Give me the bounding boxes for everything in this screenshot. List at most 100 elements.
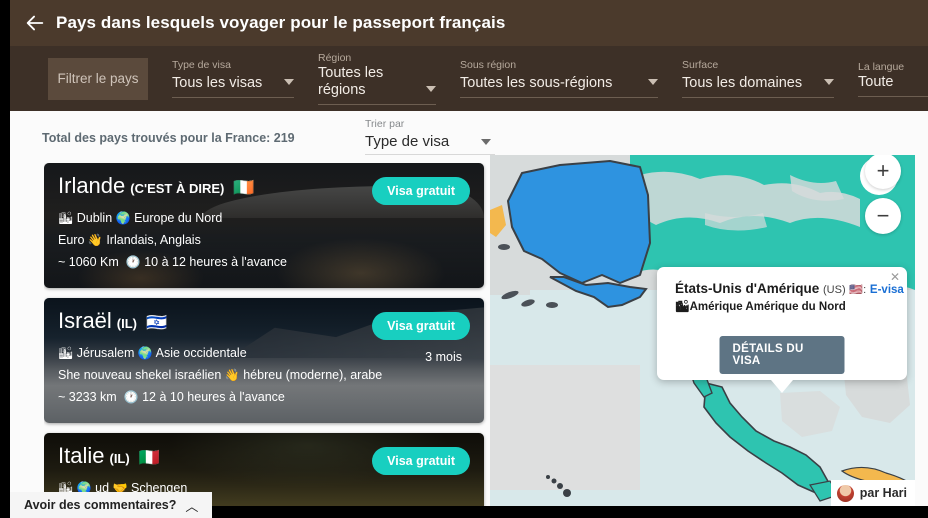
map-country-popup[interactable]: ✕ États-Unis d'Amérique (US) 🇺🇸: E-visa …: [657, 267, 907, 393]
filter-visa-type[interactable]: Type de visa Tous les visas: [172, 59, 294, 98]
app-root: Pays dans lesquels voyager pour le passe…: [0, 0, 928, 518]
filter-region-label: Région: [318, 52, 352, 64]
chevron-down-icon: [412, 79, 436, 99]
clock-icon: 🕐: [125, 255, 141, 269]
currency-name: Euro: [58, 233, 85, 247]
chevron-up-icon[interactable]: ︿: [185, 496, 198, 515]
country-capital-region: 🏙 Jérusalem 🌍 Asie occidentale: [58, 343, 470, 363]
visa-badge[interactable]: Visa gratuit: [372, 312, 470, 340]
flag-icon: 🇮🇹: [138, 448, 160, 467]
filter-region[interactable]: Région Toutes les régions: [318, 52, 436, 105]
avatar: [836, 484, 854, 502]
country-name: Irlande: [58, 173, 126, 198]
filter-region-value: Toutes les régions: [318, 65, 384, 98]
country-card-list[interactable]: Irlande (C'EST À DIRE) 🇮🇪 🏙 Dublin 🌍 Eur…: [44, 163, 492, 506]
country-currency-languages: Euro 👋 Irlandais, Anglais: [58, 230, 470, 250]
country-card[interactable]: Israël (IL) 🇮🇱 🏙 Jérusalem 🌍 Asie occide…: [44, 298, 484, 423]
chevron-down-icon: [634, 72, 658, 92]
filter-underline: [172, 97, 294, 98]
country-capital-region: 🏙 Dublin 🌍 Europe du Nord: [58, 208, 470, 228]
filter-subregion-label: Sous région: [460, 59, 517, 71]
map-zoom-controls[interactable]: + −: [865, 155, 901, 243]
languages: Irlandais, Anglais: [106, 233, 201, 247]
visa-badge[interactable]: Visa gratuit: [372, 177, 470, 205]
country-code: (IL): [116, 316, 138, 331]
country-name: Italie: [58, 443, 105, 468]
visa-badge[interactable]: Visa gratuit: [372, 447, 470, 475]
city-icon: 🏙: [58, 211, 74, 225]
world-map[interactable]: + − ✕ États-Unis d'Amérique (US) 🇺🇸: E-v…: [490, 155, 915, 506]
flight-time: 10 à 12 heures à l'avance: [144, 255, 287, 269]
filter-underline: [318, 104, 436, 105]
zoom-in-button[interactable]: +: [865, 155, 901, 189]
region-name: Europe du Nord: [134, 211, 223, 225]
capital-name: Dublin: [76, 211, 113, 225]
feedback-label: Avoir des commentaires?: [24, 498, 177, 512]
sort-by-value: Type de visa: [365, 132, 450, 150]
visa-duration: 3 mois: [425, 350, 462, 364]
hand-icon: 👋: [87, 233, 103, 247]
country-distance-time: ~ 3233 km 🕐 12 à 10 heures à l'avance: [58, 387, 470, 407]
map-attribution[interactable]: par Hari: [830, 480, 915, 506]
country-code: (C'EST À DIRE): [130, 181, 225, 196]
chevron-down-icon: [481, 132, 495, 150]
flag-icon: 🇮🇪: [233, 178, 255, 197]
popup-region: Amérique Amérique du Nord: [689, 301, 846, 313]
app-header: Pays dans lesquels voyager pour le passe…: [10, 0, 928, 46]
flag-icon: 🇮🇱: [146, 313, 168, 332]
popup-country-code: (US): [823, 284, 846, 296]
sort-by-select[interactable]: Trier par Type de visa: [365, 118, 495, 155]
filter-surface-value: Tous les domaines: [682, 75, 803, 91]
chevron-down-icon: [810, 72, 834, 92]
region-name: Asie occidentale: [155, 346, 247, 360]
capital-name: Jérusalem: [76, 346, 135, 360]
currency-name: She nouveau shekel israélien: [58, 368, 222, 382]
filter-subregion-value: Toutes les sous-régions: [460, 75, 613, 91]
popup-pointer: [771, 380, 793, 393]
globe-icon: 🌍: [137, 346, 153, 360]
languages: hébreu (moderne), arabe: [243, 368, 383, 382]
page-title: Pays dans lesquels voyager pour le passe…: [56, 13, 506, 32]
filter-underline: [460, 97, 658, 98]
results-total: Total des pays trouvés pour la France: 2…: [42, 131, 295, 145]
filter-underline: [682, 97, 834, 98]
zoom-out-button[interactable]: −: [865, 198, 901, 234]
attribution-text: par Hari: [859, 486, 907, 500]
filter-visa-type-label: Type de visa: [172, 59, 231, 71]
filter-language-value: Toute: [858, 73, 894, 90]
distance: ~ 3233 km: [58, 390, 117, 404]
flight-time: 12 à 10 heures à l'avance: [142, 390, 285, 404]
popup-visa-type: E-visa: [869, 284, 904, 296]
clock-icon: 🕐: [123, 390, 139, 404]
popup-title: États-Unis d'Amérique (US) 🇺🇸: E-visa: [675, 281, 904, 296]
country-filter-placeholder: Filtrer le pays: [57, 71, 139, 86]
popup-region-row: 🏙Amérique Amérique du Nord: [675, 299, 846, 313]
country-name: Israël: [58, 308, 112, 333]
filter-surface[interactable]: Surface Tous les domaines: [682, 59, 834, 98]
country-card[interactable]: Irlande (C'EST À DIRE) 🇮🇪 🏙 Dublin 🌍 Eur…: [44, 163, 484, 288]
sort-by-label: Trier par: [365, 118, 405, 130]
distance: ~ 1060 Km: [58, 255, 119, 269]
visa-details-button[interactable]: DÉTAILS DU VISA: [719, 336, 845, 374]
hand-icon: 👋: [224, 368, 240, 382]
filter-subregion[interactable]: Sous région Toutes les sous-régions: [460, 59, 658, 98]
filter-visa-type-value: Tous les visas: [172, 75, 263, 91]
globe-icon: 🌍: [115, 211, 131, 225]
sort-underline: [365, 154, 495, 155]
filter-surface-label: Surface: [682, 59, 719, 71]
filter-underline: [858, 95, 928, 97]
city-icon: 🏙: [58, 346, 74, 360]
country-code: (IL): [109, 451, 130, 466]
filter-bar: Filtrer le pays Type de visa Tous les vi…: [10, 46, 928, 111]
back-arrow-icon[interactable]: [18, 6, 52, 40]
chevron-down-icon: [270, 72, 294, 92]
country-distance-time: ~ 1060 Km 🕐 10 à 12 heures à l'avance: [58, 252, 470, 272]
country-filter-input[interactable]: Filtrer le pays: [48, 57, 148, 100]
filter-language-label: La langue: [858, 60, 905, 73]
city-icon: 🏙: [675, 301, 690, 313]
feedback-bar[interactable]: Avoir des commentaires? ︿: [10, 492, 213, 518]
popup-country-name: États-Unis d'Amérique: [675, 281, 820, 296]
country-currency-languages: She nouveau shekel israélien 👋 hébreu (m…: [58, 365, 470, 385]
flag-icon: 🇺🇸: [849, 284, 864, 296]
filter-language[interactable]: La langue Toute: [858, 61, 928, 97]
